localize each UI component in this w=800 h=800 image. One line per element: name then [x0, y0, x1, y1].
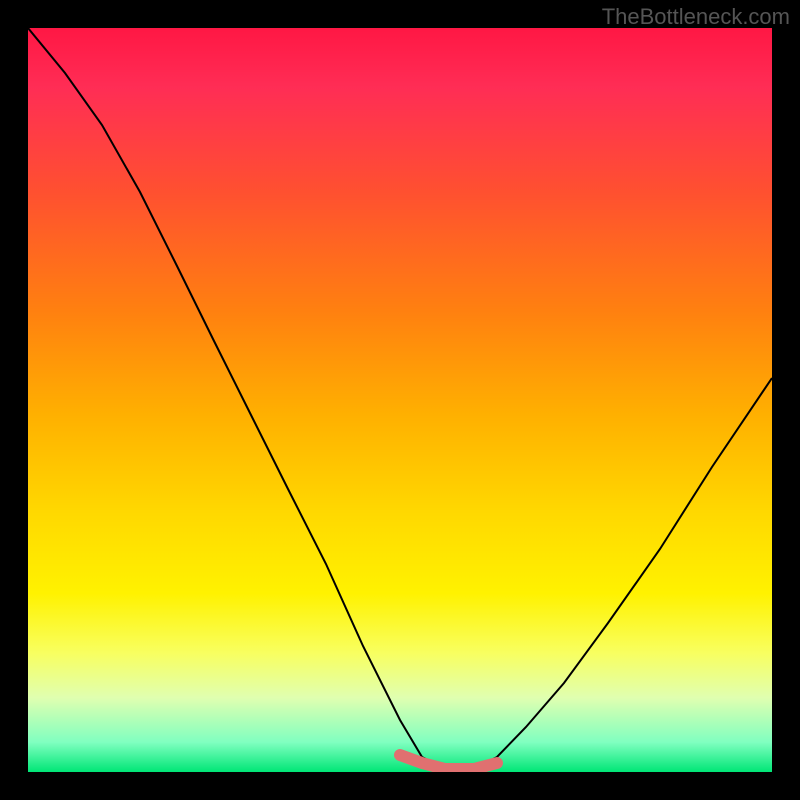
- chart-plot-area: [28, 28, 772, 772]
- watermark-text: TheBottleneck.com: [602, 4, 790, 30]
- bottom-bar-path: [400, 755, 497, 769]
- chart-curves-svg: [28, 28, 772, 772]
- main-curve-path: [28, 28, 772, 769]
